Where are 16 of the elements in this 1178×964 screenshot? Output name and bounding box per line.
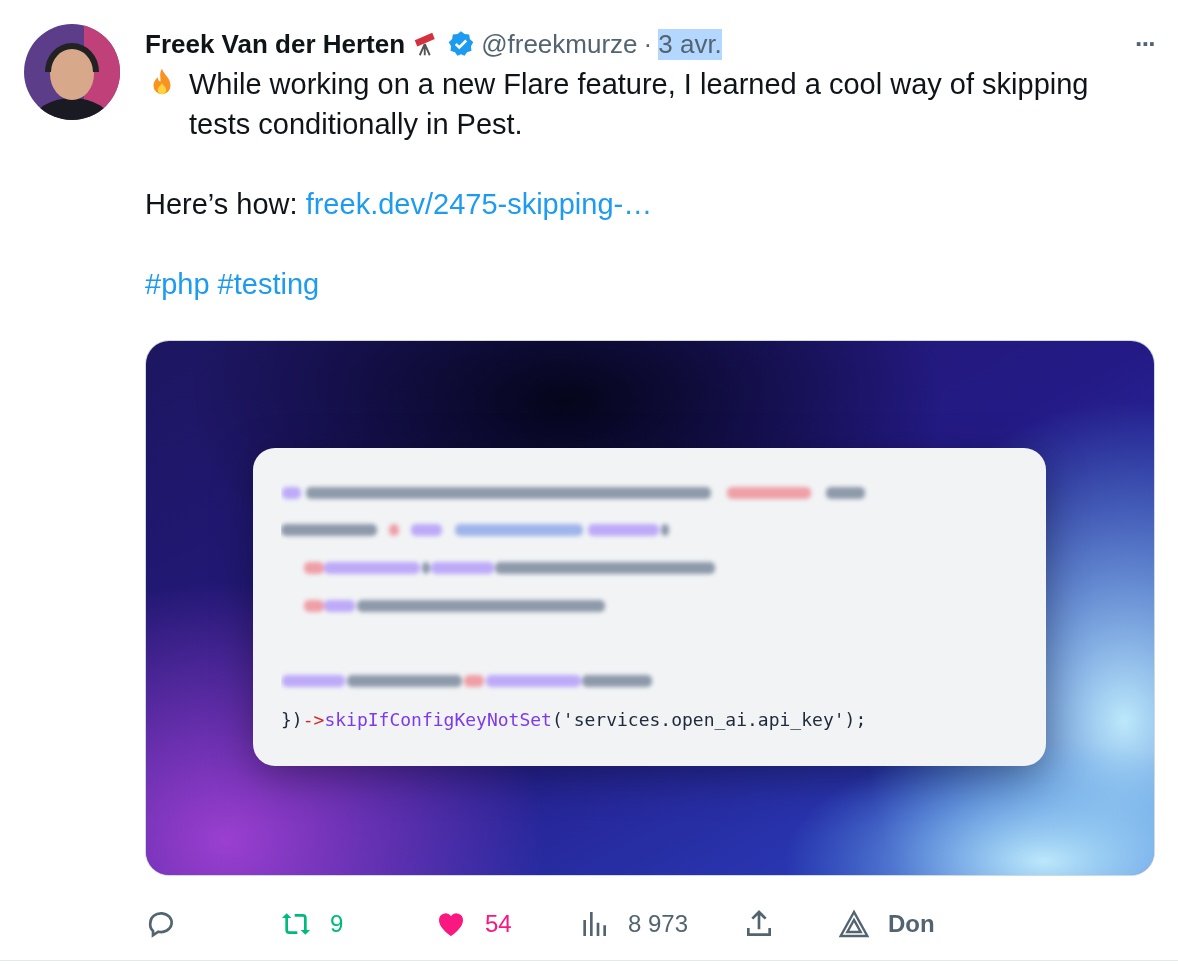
post-text: While working on a new Flare feature, I learned a cool way of skipping tests conditionally in Pest. bbox=[189, 67, 1090, 142]
post-date[interactable]: 3 avr. bbox=[658, 28, 722, 60]
hashtag-link[interactable]: #testing bbox=[217, 268, 320, 300]
more-button[interactable]: ··· bbox=[1135, 28, 1155, 60]
hashtag-link[interactable]: #php bbox=[145, 268, 210, 300]
author-handle[interactable]: @freekmurze bbox=[481, 28, 638, 60]
action-count: 9 bbox=[330, 910, 344, 938]
post-link[interactable]: freek.dev/2475-skipping-… bbox=[305, 188, 653, 220]
grok-label: Don bbox=[888, 910, 935, 938]
action-count: 8 973 bbox=[628, 910, 689, 938]
separator: · bbox=[643, 28, 653, 60]
triangle-icon[interactable] bbox=[838, 908, 870, 940]
author-name[interactable]: Freek Van der Herten bbox=[145, 28, 406, 60]
code-line: })->skipIfConfigKeyNotSet('services.open_ai.api_key'); bbox=[281, 707, 867, 732]
post-text: Here’s how: bbox=[145, 188, 299, 220]
action-count: 54 bbox=[485, 910, 512, 938]
